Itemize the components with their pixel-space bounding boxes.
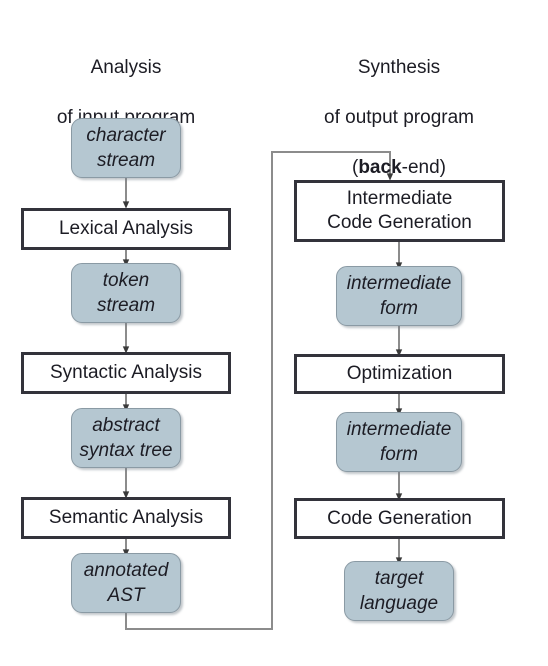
node-intermediate-form-1-label: intermediate form — [346, 273, 452, 319]
node-token-stream-label: token stream — [96, 270, 156, 316]
back-end-paren-rest: -end) — [401, 157, 446, 178]
back-end-column-header: Synthesis of output program (back-end) — [289, 30, 509, 205]
node-annotated-ast: annotated AST — [71, 553, 181, 613]
node-lexical-analysis: Lexical Analysis — [21, 208, 231, 250]
node-lexical-analysis-label: Lexical Analysis — [58, 218, 194, 239]
node-intermediate-form-2: intermediate form — [336, 412, 462, 472]
front-end-header-line1: Analysis — [90, 57, 162, 78]
node-annotated-ast-label: annotated AST — [83, 560, 169, 606]
back-end-header-line1: Synthesis — [357, 57, 441, 78]
node-optimization: Optimization — [294, 354, 505, 394]
node-target-language-label: target language — [359, 568, 439, 614]
node-character-stream: character stream — [71, 118, 181, 178]
node-abstract-syntax-tree: abstract syntax tree — [71, 408, 181, 468]
node-intermediate-code-generation: Intermediate Code Generation — [294, 180, 505, 242]
node-optimization-label: Optimization — [346, 363, 453, 384]
node-abstract-syntax-tree-label: abstract syntax tree — [79, 415, 173, 461]
node-intermediate-form-1: intermediate form — [336, 266, 462, 326]
node-syntactic-analysis-label: Syntactic Analysis — [49, 362, 203, 383]
node-intermediate-form-2-label: intermediate form — [346, 419, 452, 465]
back-end-header-line2: of output program — [324, 107, 474, 128]
node-token-stream: token stream — [71, 263, 181, 323]
node-semantic-analysis: Semantic Analysis — [21, 497, 231, 539]
back-end-emphasis: back — [358, 157, 402, 178]
back-end-header-line3: (back-end) — [289, 155, 509, 180]
node-character-stream-label: character stream — [86, 125, 166, 171]
node-code-generation-label: Code Generation — [327, 507, 472, 529]
node-semantic-analysis-label: Semantic Analysis — [48, 507, 204, 528]
node-syntactic-analysis: Syntactic Analysis — [21, 352, 231, 394]
node-intermediate-code-generation-label: Intermediate Code Generation — [327, 188, 472, 233]
compiler-pipeline-diagram: Analysis of input program (front-end) Sy… — [0, 0, 548, 666]
node-target-language: target language — [344, 561, 454, 621]
node-code-generation: Code Generation — [294, 498, 505, 539]
